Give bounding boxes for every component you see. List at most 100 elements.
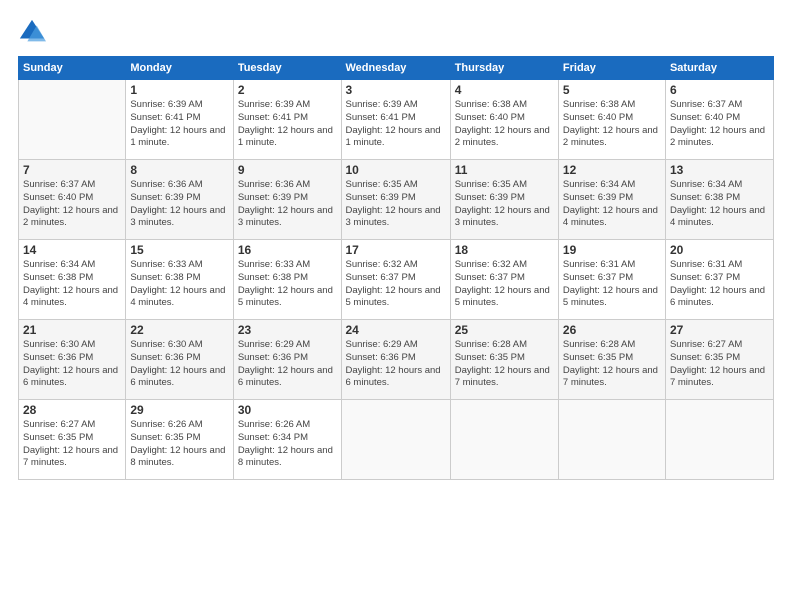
calendar-cell: 14Sunrise: 6:34 AMSunset: 6:38 PMDayligh…: [19, 240, 126, 320]
calendar-cell: 5Sunrise: 6:38 AMSunset: 6:40 PMDaylight…: [558, 80, 665, 160]
logo-icon: [18, 18, 46, 46]
day-info: Sunrise: 6:26 AMSunset: 6:34 PMDaylight:…: [238, 419, 337, 470]
weekday-header: Wednesday: [341, 57, 450, 80]
day-number: 22: [130, 323, 228, 337]
weekday-header: Saturday: [665, 57, 773, 80]
calendar-cell: 25 Sunrise: 6:28 AMSunset: 6:35 PMDayligh…: [450, 320, 558, 400]
weekday-header: Thursday: [450, 57, 558, 80]
calendar-cell: 6 Sunrise: 6:37 AMSunset: 6:40 PMDaylight…: [665, 80, 773, 160]
weekday-header: Friday: [558, 57, 665, 80]
day-number: 11: [455, 163, 554, 177]
day-info: Sunrise: 6:39 AMSunset: 6:41 PMDaylight:…: [346, 99, 446, 150]
day-number: 17: [346, 243, 446, 257]
day-info: Sunrise: 6:38 AMSunset: 6:40 PMDaylight:…: [563, 99, 661, 150]
day-number: 20: [670, 243, 769, 257]
day-number: 18: [455, 243, 554, 257]
calendar-cell: 19 Sunrise: 6:31 AMSunset: 6:37 PMDayligh…: [558, 240, 665, 320]
day-info: Sunrise: 6:32 AMSunset: 6:37 PMDaylight:…: [455, 259, 554, 310]
day-info: Sunrise: 6:34 AMSunset: 6:38 PMDaylight:…: [670, 179, 769, 230]
day-number: 28: [23, 403, 121, 417]
calendar-cell: [450, 400, 558, 480]
day-info: Sunrise: 6:28 AMSunset: 6:35 PMDaylight:…: [563, 339, 661, 390]
day-number: 9: [238, 163, 337, 177]
calendar-cell: [665, 400, 773, 480]
calendar-week-row: 7Sunrise: 6:37 AMSunset: 6:40 PMDaylight…: [19, 160, 774, 240]
calendar-cell: 27Sunrise: 6:27 AMSunset: 6:35 PMDayligh…: [665, 320, 773, 400]
day-number: 15: [130, 243, 228, 257]
day-number: 24: [346, 323, 446, 337]
day-number: 19: [563, 243, 661, 257]
calendar-cell: [558, 400, 665, 480]
day-info: Sunrise: 6:36 AMSunset: 6:39 PMDaylight:…: [130, 179, 228, 230]
day-number: 2: [238, 83, 337, 97]
calendar-week-row: 14Sunrise: 6:34 AMSunset: 6:38 PMDayligh…: [19, 240, 774, 320]
calendar-cell: 4 Sunrise: 6:38 AMSunset: 6:40 PMDaylight…: [450, 80, 558, 160]
day-info: Sunrise: 6:35 AMSunset: 6:39 PMDaylight:…: [346, 179, 446, 230]
day-info: Sunrise: 6:36 AMSunset: 6:39 PMDaylight:…: [238, 179, 337, 230]
weekday-header: Tuesday: [233, 57, 341, 80]
calendar-cell: 8Sunrise: 6:36 AMSunset: 6:39 PMDaylight…: [126, 160, 233, 240]
day-info: Sunrise: 6:32 AMSunset: 6:37 PMDaylight:…: [346, 259, 446, 310]
calendar-table: SundayMondayTuesdayWednesdayThursdayFrid…: [18, 56, 774, 480]
day-number: 29: [130, 403, 228, 417]
day-number: 21: [23, 323, 121, 337]
day-number: 7: [23, 163, 121, 177]
calendar-week-row: 28Sunrise: 6:27 AMSunset: 6:35 PMDayligh…: [19, 400, 774, 480]
calendar-cell: 13 Sunrise: 6:34 AMSunset: 6:38 PMDayligh…: [665, 160, 773, 240]
logo: [18, 18, 50, 46]
day-info: Sunrise: 6:38 AMSunset: 6:40 PMDaylight:…: [455, 99, 554, 150]
day-info: Sunrise: 6:37 AMSunset: 6:40 PMDaylight:…: [670, 99, 769, 150]
day-info: Sunrise: 6:35 AMSunset: 6:39 PMDaylight:…: [455, 179, 554, 230]
day-number: 30: [238, 403, 337, 417]
calendar-cell: [19, 80, 126, 160]
calendar-cell: 15 Sunrise: 6:33 AMSunset: 6:38 PMDayligh…: [126, 240, 233, 320]
calendar-cell: 9 Sunrise: 6:36 AMSunset: 6:39 PMDaylight…: [233, 160, 341, 240]
calendar-cell: 10 Sunrise: 6:35 AMSunset: 6:39 PMDayligh…: [341, 160, 450, 240]
calendar-cell: 28Sunrise: 6:27 AMSunset: 6:35 PMDayligh…: [19, 400, 126, 480]
calendar-cell: 1 Sunrise: 6:39 AMSunset: 6:41 PMDaylight…: [126, 80, 233, 160]
day-info: Sunrise: 6:29 AMSunset: 6:36 PMDaylight:…: [238, 339, 337, 390]
calendar-cell: 23 Sunrise: 6:29 AMSunset: 6:36 PMDayligh…: [233, 320, 341, 400]
day-number: 16: [238, 243, 337, 257]
day-info: Sunrise: 6:31 AMSunset: 6:37 PMDaylight:…: [670, 259, 769, 310]
calendar-week-row: 1 Sunrise: 6:39 AMSunset: 6:41 PMDaylight…: [19, 80, 774, 160]
calendar-cell: 7Sunrise: 6:37 AMSunset: 6:40 PMDaylight…: [19, 160, 126, 240]
weekday-header: Sunday: [19, 57, 126, 80]
day-number: 3: [346, 83, 446, 97]
day-number: 13: [670, 163, 769, 177]
day-info: Sunrise: 6:26 AMSunset: 6:35 PMDaylight:…: [130, 419, 228, 470]
calendar-cell: [341, 400, 450, 480]
day-info: Sunrise: 6:39 AMSunset: 6:41 PMDaylight:…: [130, 99, 228, 150]
day-number: 12: [563, 163, 661, 177]
calendar-cell: 22 Sunrise: 6:30 AMSunset: 6:36 PMDayligh…: [126, 320, 233, 400]
calendar-cell: 16 Sunrise: 6:33 AMSunset: 6:38 PMDayligh…: [233, 240, 341, 320]
day-number: 10: [346, 163, 446, 177]
calendar-cell: 29 Sunrise: 6:26 AMSunset: 6:35 PMDayligh…: [126, 400, 233, 480]
day-number: 4: [455, 83, 554, 97]
day-info: Sunrise: 6:30 AMSunset: 6:36 PMDaylight:…: [130, 339, 228, 390]
day-number: 6: [670, 83, 769, 97]
calendar-cell: 26 Sunrise: 6:28 AMSunset: 6:35 PMDayligh…: [558, 320, 665, 400]
day-info: Sunrise: 6:31 AMSunset: 6:37 PMDaylight:…: [563, 259, 661, 310]
day-number: 1: [130, 83, 228, 97]
day-info: Sunrise: 6:33 AMSunset: 6:38 PMDaylight:…: [238, 259, 337, 310]
calendar-cell: 21Sunrise: 6:30 AMSunset: 6:36 PMDayligh…: [19, 320, 126, 400]
day-info: Sunrise: 6:33 AMSunset: 6:38 PMDaylight:…: [130, 259, 228, 310]
calendar-week-row: 21 Sunrise: 6:30 AMSunset: 6:36 PMDayligh…: [19, 320, 774, 400]
calendar-cell: 18 Sunrise: 6:32 AMSunset: 6:37 PMDayligh…: [450, 240, 558, 320]
day-number: 23: [238, 323, 337, 337]
day-info: Sunrise: 6:27 AMSunset: 6:35 PMDaylight:…: [670, 339, 769, 390]
day-info: Sunrise: 6:34 AMSunset: 6:39 PMDaylight:…: [563, 179, 661, 230]
day-info: Sunrise: 6:28 AMSunset: 6:35 PMDaylight:…: [455, 339, 554, 390]
day-info: Sunrise: 6:39 AMSunset: 6:41 PMDaylight:…: [238, 99, 337, 150]
day-number: 25: [455, 323, 554, 337]
weekday-header: Monday: [126, 57, 233, 80]
calendar-cell: 20 Sunrise: 6:31 AMSunset: 6:37 PMDayligh…: [665, 240, 773, 320]
day-number: 26: [563, 323, 661, 337]
page-header: [18, 18, 774, 46]
calendar-cell: 12 Sunrise: 6:34 AMSunset: 6:39 PMDayligh…: [558, 160, 665, 240]
calendar-cell: 30 Sunrise: 6:26 AMSunset: 6:34 PMDayligh…: [233, 400, 341, 480]
day-info: Sunrise: 6:34 AMSunset: 6:38 PMDaylight:…: [23, 259, 121, 310]
day-info: Sunrise: 6:29 AMSunset: 6:36 PMDaylight:…: [346, 339, 446, 390]
calendar-cell: 2 Sunrise: 6:39 AMSunset: 6:41 PMDaylight…: [233, 80, 341, 160]
